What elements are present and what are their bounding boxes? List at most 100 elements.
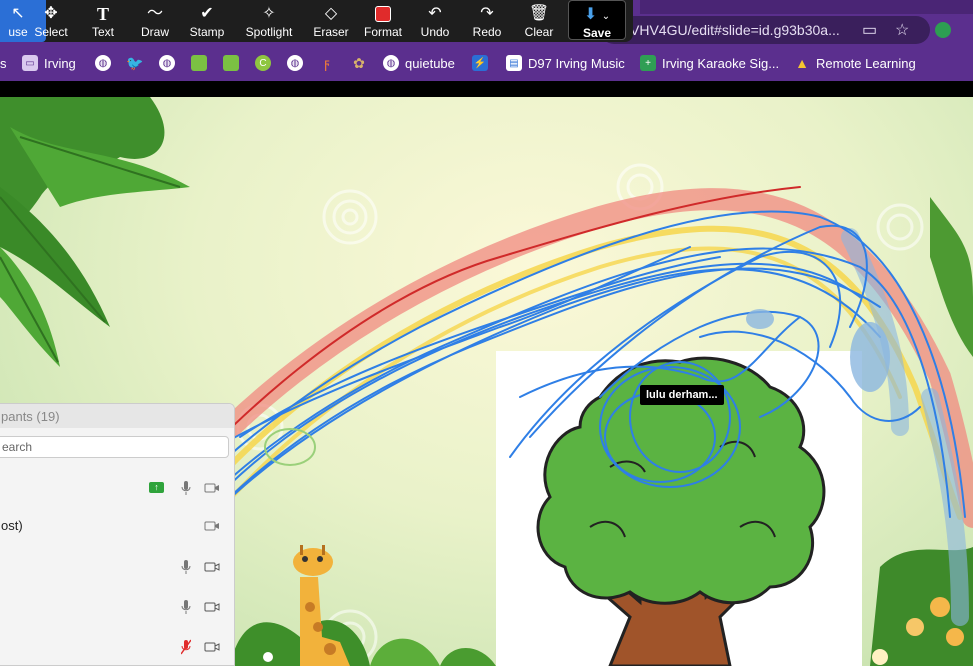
bookmark-item[interactable]: [191, 53, 207, 73]
calendar-icon: ▤: [506, 55, 522, 71]
format-icon: [375, 3, 391, 25]
address-bar[interactable]: VHV4GU/edit#slide=id.g93b30a...: [600, 16, 930, 44]
image-icon: [223, 55, 239, 71]
bookmark-label: D97 Irving Music: [528, 55, 625, 71]
video-icon[interactable]: [204, 561, 220, 573]
bookmark-item[interactable]: ◍: [287, 53, 303, 73]
bookmark-item[interactable]: 🐦: [126, 53, 144, 73]
annotator-name-label: lulu derham...: [640, 385, 724, 405]
annotation-toolbar: ↖ use ✥ Select T Text 〜 Draw ✔ Stamp ✧ S…: [0, 0, 633, 42]
tool-label: Undo: [420, 25, 450, 39]
palm-leaves: [0, 97, 190, 367]
screen-share-border: [0, 81, 973, 97]
star-bookmark-icon[interactable]: ☆: [895, 20, 909, 40]
folder-icon: ▭: [22, 55, 38, 71]
bookmark-d97-irving-music[interactable]: ▤ D97 Irving Music: [506, 53, 625, 73]
tool-label: Eraser: [313, 25, 349, 39]
participant-row[interactable]: [0, 633, 234, 661]
url-text: VHV4GU/edit#slide=id.g93b30a...: [630, 22, 840, 38]
text-tool-button[interactable]: T Text: [75, 0, 131, 42]
cast-icon[interactable]: ▭: [862, 20, 877, 40]
participant-row[interactable]: [0, 553, 234, 581]
participant-row[interactable]: ↑: [0, 474, 234, 502]
bookmark-label: Remote Learning: [816, 55, 916, 71]
globe-icon: ◍: [159, 55, 175, 71]
tool-label: Select: [34, 25, 68, 39]
draw-icon: 〜: [146, 5, 163, 22]
bookmark-label: Irving: [44, 55, 76, 71]
microphone-muted-icon[interactable]: [181, 639, 191, 655]
bookmark-label: quietube: [405, 55, 455, 71]
bookmark-item[interactable]: C: [255, 53, 271, 73]
redo-button[interactable]: ↷ Redo: [459, 0, 515, 42]
globe-icon: ◍: [287, 55, 303, 71]
screen-share-icon: ↑: [149, 482, 164, 493]
microphone-icon[interactable]: [181, 480, 191, 496]
tool-label: Spotlight: [245, 25, 293, 39]
participant-row[interactable]: [0, 593, 234, 621]
spotlight-icon: ✧: [262, 5, 276, 22]
c-icon: C: [255, 55, 271, 71]
f-icon: ϝ: [324, 55, 330, 71]
paw-icon: ✿: [353, 54, 365, 71]
bookmark-irving-karaoke[interactable]: + Irving Karaoke Sig...: [640, 53, 779, 73]
participants-header[interactable]: pants (19): [0, 404, 234, 428]
bookmark-item[interactable]: ⚡: [472, 53, 488, 73]
tool-label: Stamp: [189, 25, 225, 39]
clear-button[interactable]: 🗑 Clear: [511, 0, 567, 42]
bookmarks-bar: s ▭ Irving ◍ 🐦 ◍ C ◍ ϝ ✿ ◍ quietube ⚡ ▤ D97…: [0, 45, 973, 81]
bookmark-item[interactable]: [223, 53, 239, 73]
twitter-icon: 🐦: [126, 54, 144, 71]
app-icon: [191, 55, 207, 71]
chevron-down-icon[interactable]: ⌄: [602, 11, 610, 22]
tool-label: Format: [363, 25, 402, 39]
bookmark-item[interactable]: s: [0, 53, 7, 73]
tool-label: Clear: [524, 25, 554, 39]
bolt-icon: ⚡: [472, 55, 488, 71]
extension-icon[interactable]: [935, 22, 951, 38]
video-icon[interactable]: [204, 641, 220, 653]
participant-row[interactable]: ost): [0, 512, 234, 540]
bookmark-remote-learning[interactable]: ▲ Remote Learning: [794, 53, 916, 73]
clear-icon: 🗑: [528, 5, 550, 22]
participants-search-input[interactable]: earch: [0, 436, 229, 458]
stamp-icon: ✔: [200, 5, 214, 22]
select-tool-button[interactable]: ✥ Select: [23, 0, 79, 42]
draw-tool-button[interactable]: 〜 Draw: [127, 0, 183, 42]
globe-icon: ◍: [383, 55, 399, 71]
participant-name: ost): [1, 518, 23, 533]
spotlight-tool-button[interactable]: ✧ Spotlight: [241, 0, 297, 42]
search-placeholder: earch: [2, 440, 33, 454]
microphone-icon[interactable]: [181, 599, 191, 615]
tool-label: Text: [91, 25, 114, 39]
undo-button[interactable]: ↶ Undo: [407, 0, 463, 42]
format-tool-button[interactable]: Format: [355, 0, 411, 42]
globe-icon: ◍: [95, 55, 111, 71]
tab-strip[interactable]: [640, 0, 973, 14]
participants-title: pants (19): [1, 409, 60, 424]
microphone-icon[interactable]: [181, 559, 191, 575]
text-icon: T: [96, 4, 109, 24]
eraser-tool-button[interactable]: ◇ Eraser: [303, 0, 359, 42]
tool-label: Save: [582, 26, 612, 40]
stamp-tool-button[interactable]: ✔ Stamp: [179, 0, 235, 42]
video-off-icon[interactable]: [204, 482, 220, 494]
undo-icon: ↶: [428, 5, 442, 22]
bookmark-item[interactable]: ✿: [351, 53, 367, 73]
participants-panel: pants (19) earch ↑ ost): [0, 403, 235, 666]
video-icon[interactable]: [204, 601, 220, 613]
bookmark-quietube[interactable]: ◍ quietube: [383, 53, 455, 73]
giraffe: [293, 545, 350, 666]
redo-icon: ↷: [480, 5, 494, 22]
bookmark-item[interactable]: ◍: [95, 53, 111, 73]
save-button[interactable]: ⬇ ⌄ Save: [568, 0, 626, 40]
bookmark-label: Irving Karaoke Sig...: [662, 55, 780, 71]
plus-icon: +: [640, 55, 656, 71]
bookmark-item[interactable]: ϝ: [319, 53, 335, 73]
bookmark-label: s: [0, 55, 7, 71]
tool-label: Draw: [140, 25, 169, 39]
bookmark-item[interactable]: ◍: [159, 53, 175, 73]
video-off-icon[interactable]: [204, 520, 220, 532]
drive-icon: ▲: [795, 55, 809, 71]
bookmark-folder-irving[interactable]: ▭ Irving: [22, 53, 76, 73]
